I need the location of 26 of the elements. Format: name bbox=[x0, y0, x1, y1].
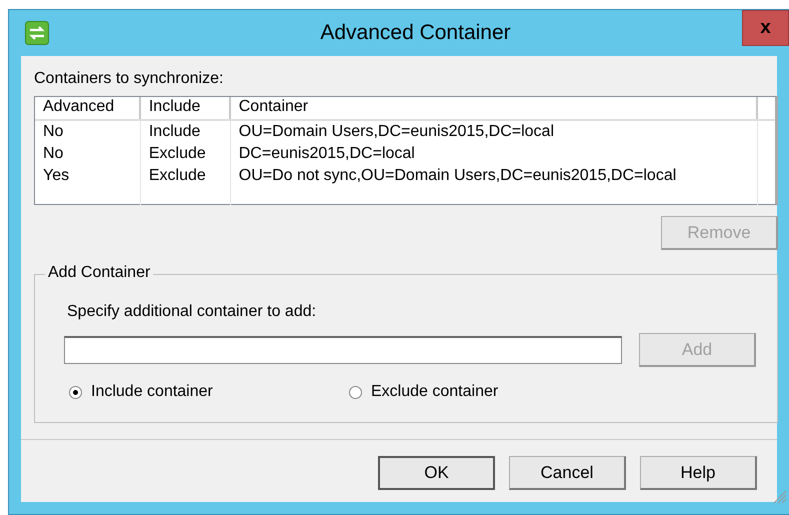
table-cell: DC=eunis2015,DC=local bbox=[230, 143, 758, 165]
dialog-button[interactable]: Cancel bbox=[509, 456, 626, 490]
radio-label[interactable]: Exclude container bbox=[371, 383, 498, 401]
radio-button[interactable] bbox=[349, 386, 362, 398]
column-header[interactable]: Include bbox=[140, 97, 231, 119]
table-cell: Exclude bbox=[140, 143, 231, 165]
table-cell: OU=Domain Users,DC=eunis2015,DC=local bbox=[230, 121, 758, 143]
window-title: Advanced Container bbox=[319, 21, 512, 45]
table-cell: Exclude bbox=[140, 165, 231, 187]
dialog-button[interactable]: Help bbox=[640, 456, 757, 490]
container-input-field[interactable] bbox=[64, 336, 622, 364]
close-button[interactable]: x bbox=[742, 10, 789, 46]
radio-label[interactable]: Include container bbox=[91, 383, 213, 401]
table-cell: No bbox=[35, 143, 141, 165]
radio-button[interactable] bbox=[69, 386, 82, 398]
prompt-label: Specify additional container to add: bbox=[67, 303, 318, 321]
section-label: Containers to synchronize: bbox=[34, 70, 224, 88]
table-cell: OU=Do not sync,OU=Domain Users,DC=eunis2015,DC=local bbox=[230, 165, 758, 187]
sync-arrows-icon bbox=[25, 21, 49, 45]
column-header[interactable]: Advanced bbox=[35, 97, 141, 119]
dialog-button[interactable]: OK bbox=[378, 456, 495, 490]
table-cell: Include bbox=[140, 121, 231, 143]
resize-grip-icon[interactable] bbox=[773, 490, 787, 504]
column-header[interactable]: Container bbox=[230, 97, 758, 119]
table-cell: Yes bbox=[35, 165, 141, 187]
table-cell: No bbox=[35, 121, 141, 143]
